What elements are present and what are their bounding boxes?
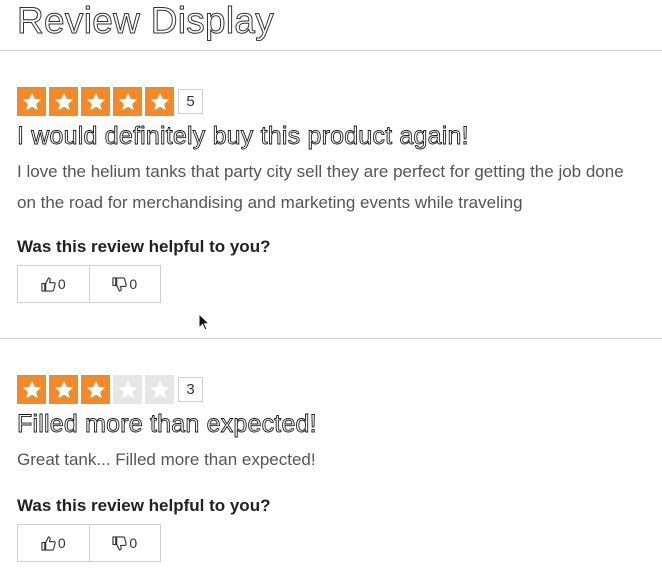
helpful-no-count: 0 <box>129 535 138 551</box>
review-item: 3 Filled more than expected! Great tank.… <box>17 375 657 562</box>
helpful-prompt: Was this review helpful to you? <box>17 496 271 515</box>
helpful-vote-group: 0 0 <box>17 524 161 562</box>
review-body: I love the helium tanks that party city … <box>17 162 624 212</box>
star-icon <box>113 87 142 116</box>
star-icon <box>145 375 174 404</box>
helpful-prompt: Was this review helpful to you? <box>17 237 271 256</box>
star-icon <box>17 375 46 404</box>
helpful-vote-group: 0 0 <box>17 265 161 303</box>
rating-row: 3 <box>17 375 657 404</box>
header-divider <box>0 50 662 51</box>
thumbs-down-icon <box>112 535 128 551</box>
star-icon <box>81 375 110 404</box>
rating-count: 3 <box>178 377 203 402</box>
rating-count: 5 <box>178 89 203 114</box>
review-title: I would definitely buy this product agai… <box>17 122 469 151</box>
helpful-yes-count: 0 <box>57 276 66 292</box>
review-display-page: Review Display 5 I would definitely buy … <box>0 0 662 583</box>
mouse-cursor-icon <box>198 313 210 331</box>
thumbs-down-icon <box>112 276 128 292</box>
helpful-no-button[interactable]: 0 <box>88 525 161 561</box>
thumbs-up-icon <box>41 535 56 551</box>
review-divider <box>0 338 662 339</box>
star-icon <box>113 375 142 404</box>
rating-row: 5 <box>17 87 657 116</box>
star-rating <box>17 375 174 404</box>
helpful-no-button[interactable]: 0 <box>88 266 161 302</box>
review-title: Filled more than expected! <box>17 410 318 439</box>
star-icon <box>81 87 110 116</box>
star-rating <box>17 87 174 116</box>
page-title: Review Display <box>16 0 275 42</box>
helpful-yes-button[interactable]: 0 <box>18 266 89 302</box>
helpful-no-count: 0 <box>129 276 138 292</box>
star-icon <box>49 375 78 404</box>
star-icon <box>49 87 78 116</box>
helpful-yes-button[interactable]: 0 <box>18 525 89 561</box>
star-icon <box>145 87 174 116</box>
star-icon <box>17 87 46 116</box>
thumbs-up-icon <box>41 276 56 292</box>
review-item: 5 I would definitely buy this product ag… <box>17 87 657 303</box>
review-body: Great tank... Filled more than expected! <box>17 450 316 469</box>
helpful-yes-count: 0 <box>57 535 66 551</box>
